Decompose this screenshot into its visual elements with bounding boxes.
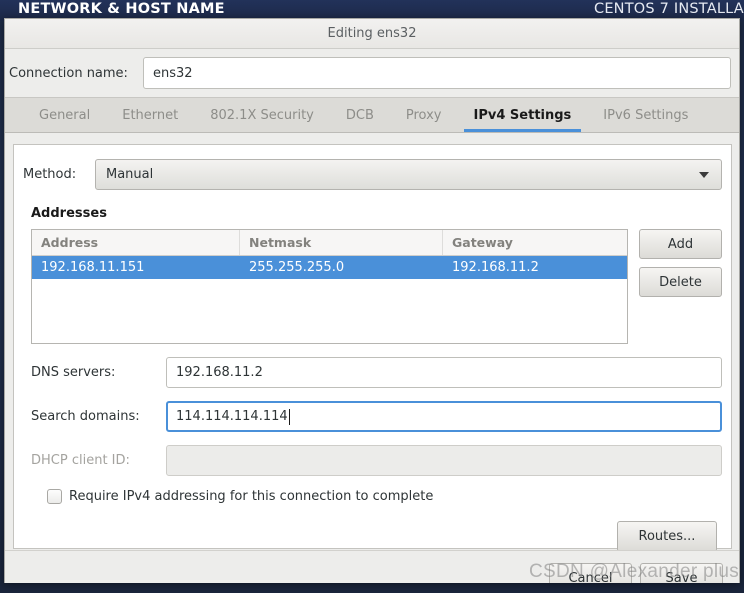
routes-row: Routes...	[14, 521, 717, 552]
search-domains-input[interactable]: 114.114.114.114	[166, 401, 722, 432]
tab-ethernet-label: Ethernet	[122, 107, 179, 123]
save-button[interactable]: Save	[640, 563, 723, 583]
cell-gateway: 192.168.11.2	[452, 260, 539, 275]
delete-address-label: Delete	[659, 274, 702, 290]
addresses-section-title: Addresses	[31, 206, 107, 221]
tab-8021x-security[interactable]: 802.1X Security	[194, 98, 330, 132]
add-address-button[interactable]: Add	[639, 229, 722, 259]
method-label: Method:	[23, 167, 77, 182]
tab-ipv4-settings-label: IPv4 Settings	[473, 107, 572, 123]
cancel-button[interactable]: Cancel	[549, 563, 632, 583]
tab-8021x-security-label: 802.1X Security	[210, 107, 314, 123]
cell-netmask: 255.255.255.0	[249, 260, 345, 275]
tab-dcb[interactable]: DCB	[330, 98, 390, 132]
text-cursor	[288, 408, 290, 425]
cell-address: 192.168.11.151	[41, 260, 145, 275]
addresses-area: Address Netmask Gateway 192.168.11.151 2…	[31, 229, 722, 344]
tab-ethernet[interactable]: Ethernet	[106, 98, 194, 132]
routes-button[interactable]: Routes...	[617, 521, 717, 552]
dialog-title: Editing ens32	[327, 26, 417, 41]
search-domains-row: Search domains: 114.114.114.114	[31, 401, 722, 432]
chevron-down-icon	[699, 171, 709, 178]
dhcp-client-id-label: DHCP client ID:	[31, 453, 130, 468]
method-selected-value: Manual	[106, 167, 154, 182]
dns-servers-input[interactable]: 192.168.11.2	[166, 357, 722, 388]
ipv4-settings-panel: Method: Manual Addresses Address Netmask…	[13, 144, 732, 552]
require-ipv4-row[interactable]: Require IPv4 addressing for this connect…	[47, 489, 731, 504]
require-ipv4-checkbox[interactable]	[47, 489, 62, 504]
dns-servers-label: DNS servers:	[31, 365, 116, 380]
column-header-gateway: Gateway	[452, 235, 513, 250]
column-header-netmask: Netmask	[240, 230, 443, 255]
save-button-label: Save	[665, 571, 698, 583]
dialog-footer: Cancel Save	[5, 550, 739, 583]
tab-ipv4-settings[interactable]: IPv4 Settings	[458, 98, 588, 132]
tab-dcb-label: DCB	[345, 107, 374, 123]
tab-general-label: General	[39, 107, 91, 123]
tab-proxy-label: Proxy	[405, 107, 442, 123]
tab-proxy[interactable]: Proxy	[390, 98, 458, 132]
routes-button-label: Routes...	[638, 529, 696, 544]
addresses-button-group: Add Delete	[639, 229, 722, 297]
search-domains-label: Search domains:	[31, 409, 140, 424]
addresses-table-header: Address Netmask Gateway	[32, 230, 627, 256]
dhcp-client-id-input	[166, 445, 722, 476]
table-row[interactable]: 192.168.11.151 255.255.255.0 192.168.11.…	[32, 256, 627, 279]
settings-tabbar: General Ethernet 802.1X Security DCB Pro…	[5, 97, 739, 133]
connection-name-row: Connection name: ens32	[5, 49, 739, 97]
require-ipv4-label: Require IPv4 addressing for this connect…	[69, 489, 434, 504]
addresses-table[interactable]: Address Netmask Gateway 192.168.11.151 2…	[31, 229, 628, 344]
connection-name-input[interactable]: ens32	[143, 57, 731, 89]
dns-servers-value: 192.168.11.2	[176, 365, 263, 380]
method-dropdown[interactable]: Manual	[95, 159, 722, 190]
tab-ipv6-settings-label: IPv6 Settings	[603, 107, 689, 123]
search-domains-value: 114.114.114.114	[176, 409, 288, 424]
installer-product-title: CENTOS 7 INSTALLA	[594, 1, 744, 17]
add-address-label: Add	[667, 236, 694, 252]
dialog-titlebar: Editing ens32	[5, 19, 739, 49]
connection-name-label: Connection name:	[9, 65, 128, 81]
cancel-button-label: Cancel	[568, 571, 613, 583]
editing-connection-dialog: Editing ens32 Connection name: ens32 Gen…	[4, 18, 740, 583]
column-header-address: Address	[32, 230, 240, 255]
dialog-action-buttons: Cancel Save	[549, 563, 723, 583]
delete-address-button[interactable]: Delete	[639, 267, 722, 297]
method-row: Method: Manual	[23, 159, 722, 190]
dhcp-client-id-row: DHCP client ID:	[31, 445, 722, 476]
dns-servers-row: DNS servers: 192.168.11.2	[31, 357, 722, 388]
connection-name-value: ens32	[153, 65, 193, 81]
tab-ipv6-settings[interactable]: IPv6 Settings	[587, 98, 704, 132]
tab-general[interactable]: General	[23, 98, 106, 132]
installer-screen-title: NETWORK & HOST NAME	[18, 1, 225, 17]
